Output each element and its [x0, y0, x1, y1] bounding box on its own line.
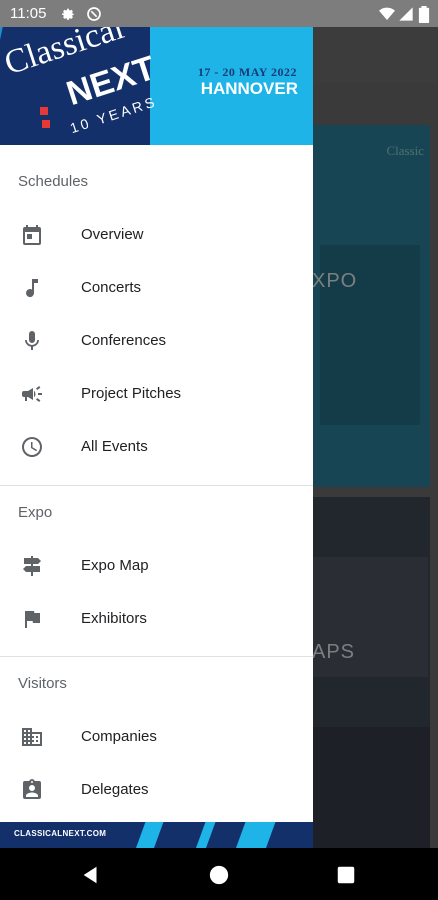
- flag-icon: [25, 611, 40, 628]
- menu-item-expo-map[interactable]: Expo Map: [0, 540, 313, 593]
- section-expo-title: Expo: [18, 504, 53, 521]
- menu-item-label: Delegates: [81, 781, 149, 798]
- music-note-icon: [26, 279, 38, 298]
- navigation-drawer: Classical NEXT 10 YEARS 17 - 20 MAY 2022…: [0, 27, 313, 848]
- section-schedules-title: Schedules: [18, 173, 89, 190]
- building-icon: [22, 728, 42, 746]
- menu-item-exhibitors[interactable]: Exhibitors: [0, 593, 313, 646]
- calendar-icon: [23, 225, 41, 245]
- wifi-icon: [379, 7, 395, 21]
- system-nav-bar: [0, 848, 438, 900]
- battery-icon: [418, 6, 430, 23]
- event-city: HANNOVER: [200, 79, 298, 98]
- sync-icon: [87, 7, 101, 21]
- menu-item-label: Exhibitors: [81, 610, 147, 627]
- menu-item-delegates[interactable]: Delegates: [0, 764, 313, 817]
- back-icon[interactable]: [80, 864, 102, 886]
- menu-item-overview[interactable]: Overview: [0, 209, 313, 262]
- drawer-header: Classical NEXT 10 YEARS 17 - 20 MAY 2022…: [0, 27, 313, 145]
- recents-icon[interactable]: [335, 864, 357, 886]
- menu-item-label: Project Pitches: [81, 385, 182, 402]
- menu-item-label: Overview: [81, 226, 144, 243]
- settings-icon: [62, 8, 74, 20]
- menu-item-label: Conferences: [81, 332, 167, 349]
- signal-icon: [399, 7, 413, 21]
- menu-item-concerts[interactable]: Concerts: [0, 262, 313, 315]
- menu-item-all-events[interactable]: All Events: [0, 421, 313, 474]
- drawer-footer: CLASSICALNEXT.COM: [0, 822, 313, 848]
- section-visitors-title: Visitors: [18, 675, 67, 692]
- menu-item-label: Concerts: [81, 279, 142, 296]
- badge-icon: [23, 779, 41, 799]
- menu-item-label: Companies: [81, 728, 157, 745]
- clock-icon: [22, 437, 42, 457]
- menu-item-project-pitches[interactable]: Project Pitches: [0, 368, 313, 421]
- home-icon[interactable]: [208, 864, 230, 886]
- event-dates: 17 - 20 MAY 2022: [197, 65, 297, 79]
- menu-item-label: All Events: [81, 438, 148, 455]
- microphone-icon: [25, 331, 39, 350]
- status-time: 11:05: [10, 5, 47, 22]
- menu-item-companies[interactable]: Companies: [0, 711, 313, 764]
- logo-dots-icon: [40, 107, 50, 128]
- footer-website-text: CLASSICALNEXT.COM: [14, 829, 107, 838]
- menu-item-label: Expo Map: [81, 557, 149, 574]
- megaphone-icon: [22, 386, 42, 402]
- section-divider: [0, 485, 313, 486]
- signpost-icon: [23, 556, 41, 576]
- status-bar: 11:05: [0, 0, 438, 27]
- section-divider: [0, 656, 313, 657]
- menu-item-conferences[interactable]: Conferences: [0, 315, 313, 368]
